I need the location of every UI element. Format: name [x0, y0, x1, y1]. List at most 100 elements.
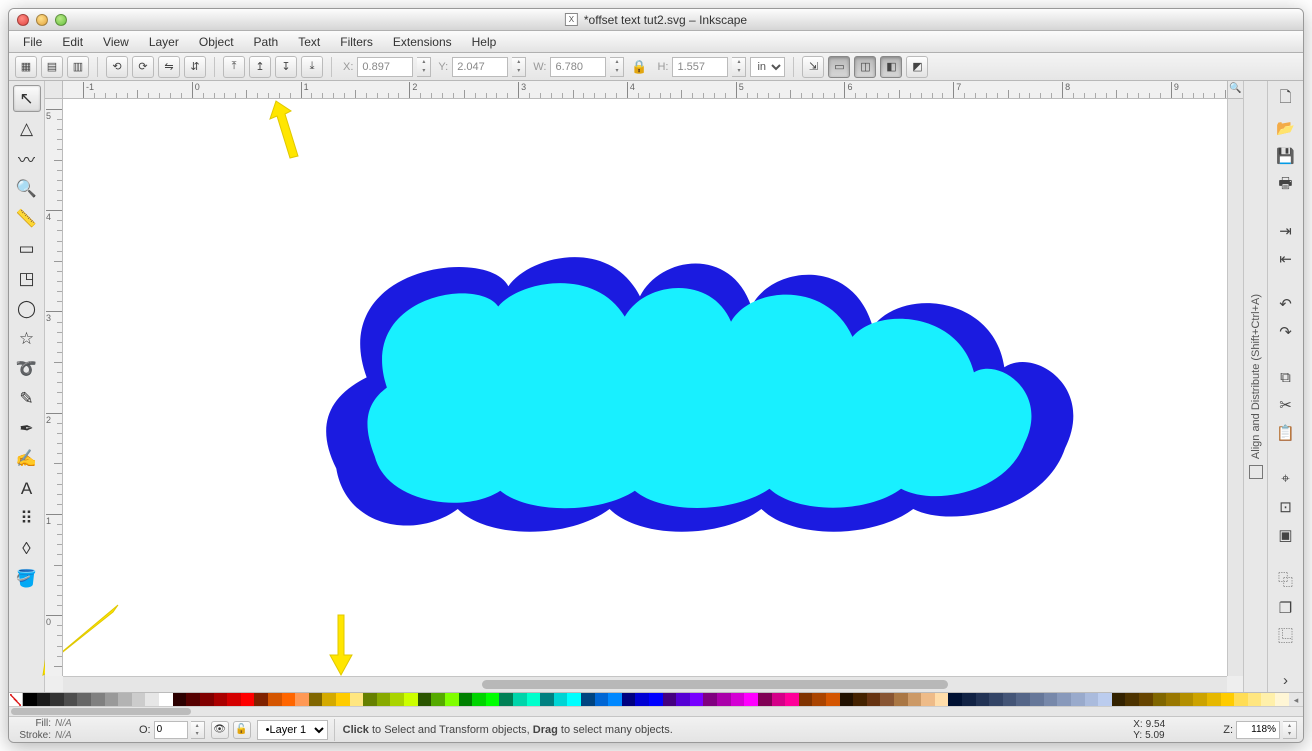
swatch[interactable]	[445, 693, 459, 707]
swatch[interactable]	[1003, 693, 1017, 707]
swatch[interactable]	[486, 693, 500, 707]
swatch[interactable]	[1057, 693, 1071, 707]
swatch[interactable]	[105, 693, 119, 707]
swatch[interactable]	[717, 693, 731, 707]
swatch[interactable]	[1234, 693, 1248, 707]
swatch[interactable]	[1207, 693, 1221, 707]
swatch[interactable]	[1085, 693, 1099, 707]
affect-move-button[interactable]: ⇲	[802, 56, 824, 78]
swatch[interactable]	[894, 693, 908, 707]
ruler-origin[interactable]	[45, 81, 63, 99]
swatch[interactable]	[622, 693, 636, 707]
cmd-new[interactable]: 🗋	[1274, 87, 1298, 111]
swatch[interactable]	[635, 693, 649, 707]
swatch[interactable]	[799, 693, 813, 707]
swatch[interactable]	[554, 693, 568, 707]
cmd-print[interactable]: 🖶	[1274, 173, 1298, 197]
swatch[interactable]	[1248, 693, 1262, 707]
swatch[interactable]	[431, 693, 445, 707]
swatch[interactable]	[608, 693, 622, 707]
swatch[interactable]	[1071, 693, 1085, 707]
y-spinner[interactable]: ▴▾	[512, 57, 526, 77]
swatch[interactable]	[295, 693, 309, 707]
rotate-ccw-button[interactable]: ⟲	[106, 56, 128, 78]
layer-lock-button[interactable]: 🔓	[233, 721, 251, 739]
swatch[interactable]	[418, 693, 432, 707]
swatch[interactable]	[64, 693, 78, 707]
canvas[interactable]	[63, 99, 1227, 676]
cmd-export[interactable]: ⇤	[1274, 248, 1298, 270]
swatch[interactable]	[1261, 693, 1275, 707]
affect-gradient-button[interactable]: ◧	[880, 56, 902, 78]
swatch[interactable]	[527, 693, 541, 707]
w-spinner[interactable]: ▴▾	[610, 57, 624, 77]
minimize-button[interactable]	[36, 14, 48, 26]
cmd-save[interactable]: 💾	[1274, 145, 1298, 167]
tool-star[interactable]: ☆	[13, 325, 41, 352]
tool-3dbox[interactable]: ◳	[13, 265, 41, 292]
swatch[interactable]	[758, 693, 772, 707]
swatch[interactable]	[254, 693, 268, 707]
swatch[interactable]	[459, 693, 473, 707]
select-all-button[interactable]: ▤	[41, 56, 63, 78]
affect-pattern-button[interactable]: ◩	[906, 56, 928, 78]
scrollbar-horizontal[interactable]	[63, 676, 1227, 692]
tool-node[interactable]: △	[13, 115, 41, 142]
swatch[interactable]	[1030, 693, 1044, 707]
swatch[interactable]	[785, 693, 799, 707]
swatch[interactable]	[772, 693, 786, 707]
swatch[interactable]	[200, 693, 214, 707]
maximize-button[interactable]	[55, 14, 67, 26]
swatch[interactable]	[214, 693, 228, 707]
swatch[interactable]	[118, 693, 132, 707]
swatch[interactable]	[935, 693, 949, 707]
palette-scroll-thumb[interactable]	[11, 708, 191, 715]
swatch[interactable]	[186, 693, 200, 707]
opacity-spinner[interactable]: ▴▾	[191, 721, 205, 739]
x-input[interactable]	[357, 57, 413, 77]
zoom-control[interactable]: Z: ▴▾	[1223, 721, 1297, 739]
close-button[interactable]	[17, 14, 29, 26]
cmd-clone[interactable]: ❐	[1274, 597, 1298, 619]
swatch[interactable]	[50, 693, 64, 707]
swatch[interactable]	[390, 693, 404, 707]
cmd-zoom-draw[interactable]: ⊡	[1274, 496, 1298, 518]
x-spinner[interactable]: ▴▾	[417, 57, 431, 77]
raise-top-button[interactable]: ⤒	[223, 56, 245, 78]
swatch[interactable]	[91, 693, 105, 707]
cmd-undo[interactable]: ↶	[1274, 293, 1298, 315]
menu-filters[interactable]: Filters	[330, 33, 383, 51]
tool-eraser[interactable]: ◊	[13, 535, 41, 562]
zoom-spinner[interactable]: ▴▾	[1283, 721, 1297, 739]
menu-layer[interactable]: Layer	[139, 33, 189, 51]
swatch[interactable]	[703, 693, 717, 707]
swatch[interactable]	[540, 693, 554, 707]
palette-scrollbar[interactable]	[9, 706, 1303, 716]
menu-file[interactable]: File	[13, 33, 52, 51]
swatch[interactable]	[867, 693, 881, 707]
tool-selector[interactable]: ↖	[13, 85, 41, 112]
menu-path[interactable]: Path	[244, 33, 289, 51]
swatch[interactable]	[513, 693, 527, 707]
fill-stroke-indicator[interactable]: Fill:N/A Stroke:N/A	[9, 718, 139, 742]
raise-button[interactable]: ↥	[249, 56, 271, 78]
palette-menu-icon[interactable]: ◂	[1289, 693, 1303, 707]
swatch[interactable]	[840, 693, 854, 707]
menu-edit[interactable]: Edit	[52, 33, 93, 51]
swatch[interactable]	[989, 693, 1003, 707]
tool-pencil[interactable]: ✎	[13, 385, 41, 412]
swatch[interactable]	[268, 693, 282, 707]
flip-h-button[interactable]: ⇋	[158, 56, 180, 78]
no-color-swatch[interactable]	[9, 693, 23, 707]
swatch[interactable]	[908, 693, 922, 707]
tool-bucket[interactable]: 🪣	[13, 565, 41, 592]
swatch[interactable]	[744, 693, 758, 707]
swatch[interactable]	[132, 693, 146, 707]
tool-ellipse[interactable]: ◯	[13, 295, 41, 322]
swatch[interactable]	[976, 693, 990, 707]
cmd-more[interactable]: ›	[1274, 670, 1298, 692]
swatch[interactable]	[1153, 693, 1167, 707]
swatch[interactable]	[690, 693, 704, 707]
flip-v-button[interactable]: ⇵	[184, 56, 206, 78]
swatch[interactable]	[1016, 693, 1030, 707]
